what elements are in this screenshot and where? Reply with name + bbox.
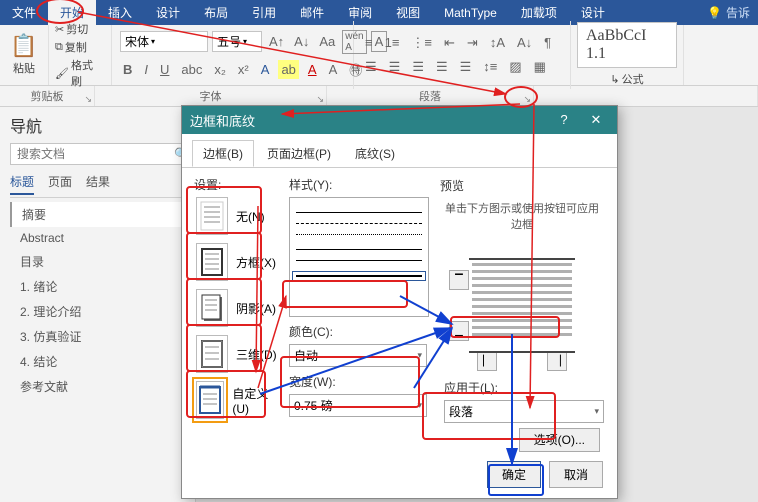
shrink-font-icon[interactable]: A↓ <box>291 32 312 51</box>
style-listbox[interactable] <box>289 197 429 317</box>
preview-hint: 单击下方图示或使用按钮可应用边框 <box>440 200 604 232</box>
nav-item[interactable]: 3. 仿真验证 <box>10 324 185 349</box>
lightbulb-icon: 💡 <box>707 6 722 20</box>
ok-button[interactable]: 确定 <box>487 461 541 488</box>
shading-icon[interactable]: ▨ <box>506 57 524 77</box>
search-input[interactable] <box>15 146 174 162</box>
preview-box[interactable]: ▔ ▁ ▏ ▕ <box>447 238 597 373</box>
align-center-icon[interactable]: ☰ <box>386 57 404 77</box>
nav-search[interactable]: 🔍 <box>10 143 185 165</box>
cut-button[interactable]: ✂剪切 <box>53 20 90 38</box>
edge-left-button[interactable]: ▏ <box>477 351 497 371</box>
indent-dec-icon[interactable]: ⇤ <box>441 33 458 53</box>
indent-inc-icon[interactable]: ⇥ <box>464 33 481 53</box>
nav-title: 导航 <box>10 113 185 137</box>
style-label: 样式(Y): <box>289 176 429 193</box>
dialog-titlebar[interactable]: 边框和底纹 ? ✕ <box>182 106 617 134</box>
apply-label: 应用于(L): <box>444 379 604 396</box>
apply-to-combo[interactable]: 段落▾ <box>444 400 604 423</box>
brush-icon: 🖌 <box>55 67 69 80</box>
paste-icon[interactable]: 📋 <box>10 33 37 59</box>
strike-icon[interactable]: abc <box>178 60 205 79</box>
superscript-icon[interactable]: x² <box>235 60 252 79</box>
clipboard-launcher-icon[interactable]: ↘ <box>84 94 92 105</box>
nav-tab-results[interactable]: 结果 <box>86 173 110 195</box>
font-color-icon[interactable]: A <box>305 60 320 79</box>
width-label: 宽度(W): <box>289 373 429 390</box>
edge-right-button[interactable]: ▕ <box>547 351 567 371</box>
char-shading-icon[interactable]: A <box>326 60 341 79</box>
edge-top-button[interactable]: ▔ <box>449 270 469 290</box>
width-combo[interactable]: 0.75 磅▾ <box>289 394 427 417</box>
highlight-icon[interactable]: ab <box>278 60 298 79</box>
copy-icon: ⧉ <box>55 41 63 54</box>
italic-icon[interactable]: I <box>141 60 151 79</box>
cancel-button[interactable]: 取消 <box>549 461 603 488</box>
dialog-help-button[interactable]: ? <box>551 112 577 128</box>
bullets-icon[interactable]: ≡ <box>362 33 376 53</box>
group-font: 字体↘ <box>95 86 327 106</box>
nav-item[interactable]: 4. 结论 <box>10 349 185 374</box>
tab-shading[interactable]: 底纹(S) <box>344 140 406 167</box>
color-label: 颜色(C): <box>289 323 429 340</box>
group-clipboard: 剪贴板↘ <box>0 86 95 106</box>
subscript-icon[interactable]: x₂ <box>211 60 229 79</box>
color-combo[interactable]: 自动▾ <box>289 344 427 367</box>
edge-bottom-button[interactable]: ▁ <box>449 321 469 341</box>
text-direction-icon[interactable]: ↕A <box>487 33 508 53</box>
numbering-icon[interactable]: 1≡ <box>382 33 403 53</box>
text-effects-icon[interactable]: A <box>258 60 273 79</box>
setting-3d[interactable]: 三维(D) <box>194 335 279 373</box>
ribbon: 📋 粘贴 ✂剪切 ⧉复制 🖌格式刷 宋体▾ 五号▾ A↑ A↓ Aa wénA … <box>0 25 758 86</box>
bold-icon[interactable]: B <box>120 60 135 79</box>
style-gallery-item[interactable]: AaBbCcI 1.1 <box>577 22 677 68</box>
tab-page-borders[interactable]: 页面边框(P) <box>256 140 342 167</box>
nav-item[interactable]: 2. 理论介绍 <box>10 299 185 324</box>
justify-icon[interactable]: ☰ <box>433 57 451 77</box>
change-case-icon[interactable]: Aa <box>316 32 338 51</box>
nav-item[interactable]: Abstract <box>10 227 185 249</box>
underline-icon[interactable]: U <box>157 60 172 79</box>
dialog-close-button[interactable]: ✕ <box>583 112 609 128</box>
font-name-combo[interactable]: 宋体▾ <box>120 31 208 52</box>
grow-font-icon[interactable]: A↑ <box>266 32 287 51</box>
tab-borders[interactable]: 边框(B) <box>192 140 254 167</box>
setting-custom[interactable]: 自定义(U) <box>194 381 279 419</box>
align-right-icon[interactable]: ☰ <box>409 57 427 77</box>
menu-file[interactable]: 文件 <box>0 0 48 25</box>
nav-headings-list: 摘要 Abstract 目录 1. 绪论 2. 理论介绍 3. 仿真验证 4. … <box>10 197 185 399</box>
nav-item[interactable]: 摘要 <box>10 202 185 227</box>
scissors-icon: ✂ <box>55 23 64 36</box>
align-left-icon[interactable]: ☰ <box>362 57 380 77</box>
group-paragraph: 段落↘ <box>327 86 534 106</box>
preview-label: 预览 <box>440 177 604 194</box>
nav-item[interactable]: 参考文献 <box>10 374 185 399</box>
distribute-icon[interactable]: ☰ <box>457 57 475 77</box>
nav-tab-pages[interactable]: 页面 <box>48 173 72 195</box>
font-launcher-icon[interactable]: ↘ <box>316 94 324 105</box>
setting-shadow[interactable]: 阴影(A) <box>194 289 279 327</box>
navigation-pane: 导航 🔍 标题 页面 结果 摘要 Abstract 目录 1. 绪论 2. 理论… <box>0 107 196 502</box>
options-button[interactable]: 选项(O)... <box>519 428 600 452</box>
line-spacing-icon[interactable]: ↕≡ <box>480 57 500 77</box>
format-painter-button[interactable]: 🖌格式刷 <box>53 56 105 90</box>
nav-item[interactable]: 目录 <box>10 249 185 274</box>
sort-icon[interactable]: A↓ <box>514 33 535 53</box>
paste-button[interactable]: 粘贴 <box>11 59 37 77</box>
multilevel-icon[interactable]: ⋮≡ <box>408 33 435 53</box>
nav-item[interactable]: 1. 绪论 <box>10 274 185 299</box>
nav-tab-headings[interactable]: 标题 <box>10 173 34 195</box>
paragraph-launcher-icon[interactable]: ↘ <box>523 94 531 105</box>
tell-me[interactable]: 💡 告诉 <box>699 4 758 21</box>
show-marks-icon[interactable]: ¶ <box>541 33 554 53</box>
font-size-combo[interactable]: 五号▾ <box>212 31 262 52</box>
borders-icon[interactable]: ▦ <box>531 57 549 77</box>
ribbon-group-labels: 剪贴板↘ 字体↘ 段落↘ <box>0 86 758 107</box>
setting-box[interactable]: 方框(X) <box>194 243 279 281</box>
dialog-title: 边框和底纹 <box>190 111 255 130</box>
setting-none[interactable]: 无(N) <box>194 197 279 235</box>
borders-shading-dialog: 边框和底纹 ? ✕ 边框(B) 页面边框(P) 底纹(S) 设置: 无(N) 方… <box>181 105 618 499</box>
copy-button[interactable]: ⧉复制 <box>53 38 89 56</box>
settings-label: 设置: <box>194 176 279 193</box>
